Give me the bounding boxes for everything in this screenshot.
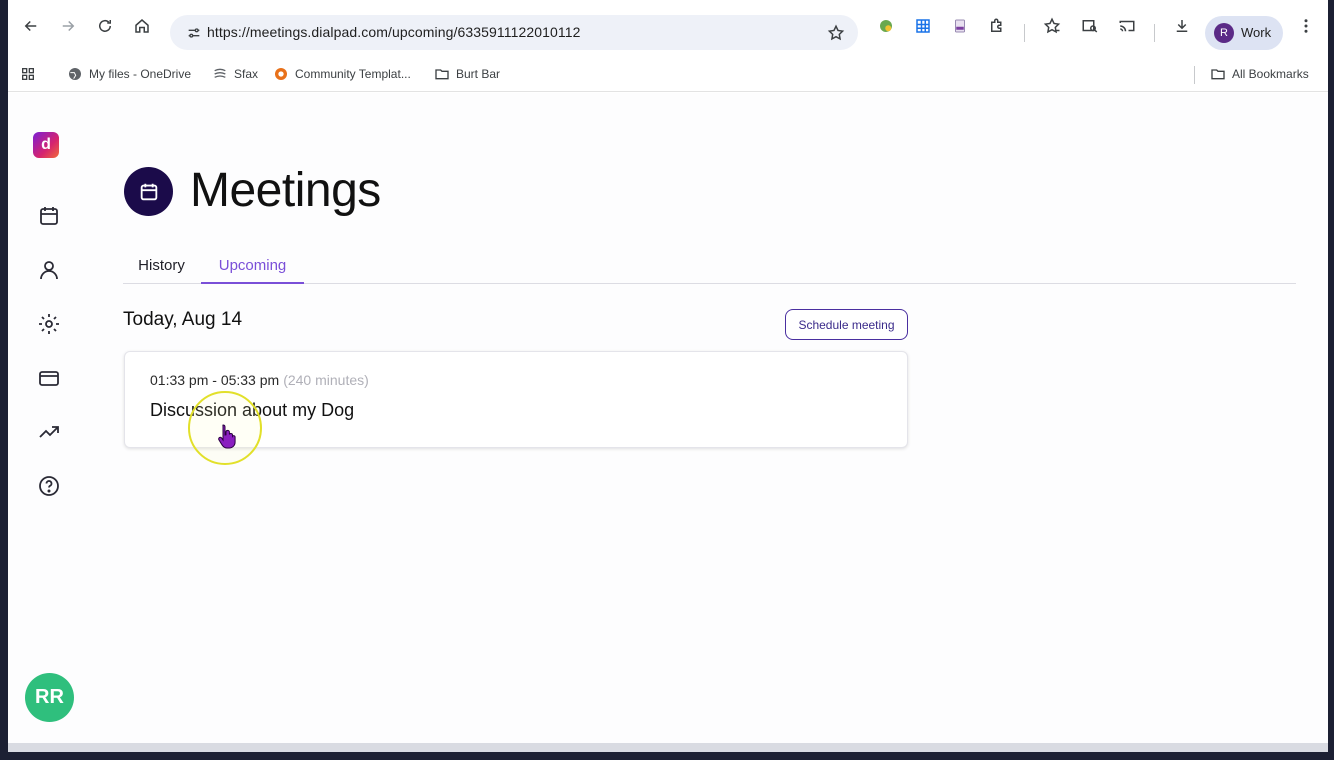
tab-upcoming[interactable]: Upcoming <box>201 257 304 284</box>
folder-icon <box>434 66 450 82</box>
calendar-icon[interactable] <box>36 203 62 229</box>
dialpad-logo[interactable]: d <box>33 132 59 158</box>
download-icon[interactable] <box>1170 14 1194 38</box>
sfax-icon <box>212 66 228 82</box>
url-text[interactable]: https://meetings.dialpad.com/upcoming/63… <box>207 24 581 40</box>
bookmarks-bar: My files - OneDrive Sfax Community Templ… <box>8 56 1328 92</box>
meetings-app: d RR Meetings History Upcoming Today, Au… <box>8 93 1328 743</box>
favorites-star-icon[interactable] <box>1040 14 1064 38</box>
bookmark-label: Burt Bar <box>456 67 501 81</box>
analytics-trend-icon[interactable] <box>36 419 62 445</box>
bookmark-label: Community Templat... <box>295 67 411 81</box>
meetings-tabs: History Upcoming <box>123 253 1296 284</box>
community-icon <box>273 66 289 82</box>
bottom-strip <box>8 743 1328 752</box>
site-settings-icon[interactable] <box>184 23 204 43</box>
search-tab-icon[interactable] <box>1078 14 1102 38</box>
help-icon[interactable] <box>36 473 62 499</box>
schedule-meeting-button[interactable]: Schedule meeting <box>785 309 908 340</box>
browser-window: https://meetings.dialpad.com/upcoming/63… <box>8 0 1328 752</box>
bookmark-label: My files - OneDrive <box>89 67 192 81</box>
cast-icon[interactable] <box>1115 14 1139 38</box>
bookmark-onedrive[interactable]: My files - OneDrive <box>67 64 191 84</box>
back-icon[interactable] <box>19 14 43 38</box>
address-bar[interactable]: https://meetings.dialpad.com/upcoming/63… <box>170 15 858 50</box>
profile-avatar: R <box>1214 23 1234 43</box>
meeting-time: 01:33 pm - 05:33 pm (240 minutes) <box>150 372 369 388</box>
home-icon[interactable] <box>130 14 154 38</box>
forward-icon[interactable] <box>56 14 80 38</box>
extension-globe-icon[interactable] <box>874 14 898 38</box>
page-title: Meetings <box>190 164 381 217</box>
apps-grid-icon[interactable] <box>20 64 36 84</box>
globe-icon <box>67 66 83 82</box>
profile-button[interactable]: R Work <box>1205 16 1283 50</box>
bookmark-community-templates[interactable]: Community Templat... <box>273 64 411 84</box>
bookmark-burt-bar[interactable]: Burt Bar <box>434 64 500 84</box>
extension-grid-icon[interactable] <box>911 14 935 38</box>
all-bookmarks-label: All Bookmarks <box>1232 67 1309 81</box>
meeting-time-range: 01:33 pm - 05:33 pm <box>150 372 280 388</box>
gear-icon[interactable] <box>36 311 62 337</box>
reload-icon[interactable] <box>93 14 117 38</box>
bookmark-star-icon[interactable] <box>826 23 846 43</box>
profile-label: Work <box>1241 25 1272 40</box>
meeting-duration: (240 minutes) <box>283 372 369 388</box>
pointer-hand-icon <box>218 424 236 449</box>
billing-card-icon[interactable] <box>36 365 62 391</box>
user-avatar[interactable]: RR <box>25 673 74 722</box>
bookmark-sfax[interactable]: Sfax <box>212 64 258 84</box>
browser-toolbar: https://meetings.dialpad.com/upcoming/63… <box>8 0 1328 56</box>
folder-icon <box>1210 66 1226 82</box>
tab-history[interactable]: History <box>129 257 194 284</box>
date-heading: Today, Aug 14 <box>123 309 243 330</box>
all-bookmarks[interactable]: All Bookmarks <box>1210 64 1309 84</box>
bookmark-label: Sfax <box>234 67 259 81</box>
menu-kebab-icon[interactable] <box>1294 14 1318 38</box>
meetings-badge-icon <box>124 167 173 216</box>
extension-pdf-icon[interactable] <box>948 14 972 38</box>
extensions-puzzle-icon[interactable] <box>985 14 1009 38</box>
user-icon[interactable] <box>36 257 62 283</box>
